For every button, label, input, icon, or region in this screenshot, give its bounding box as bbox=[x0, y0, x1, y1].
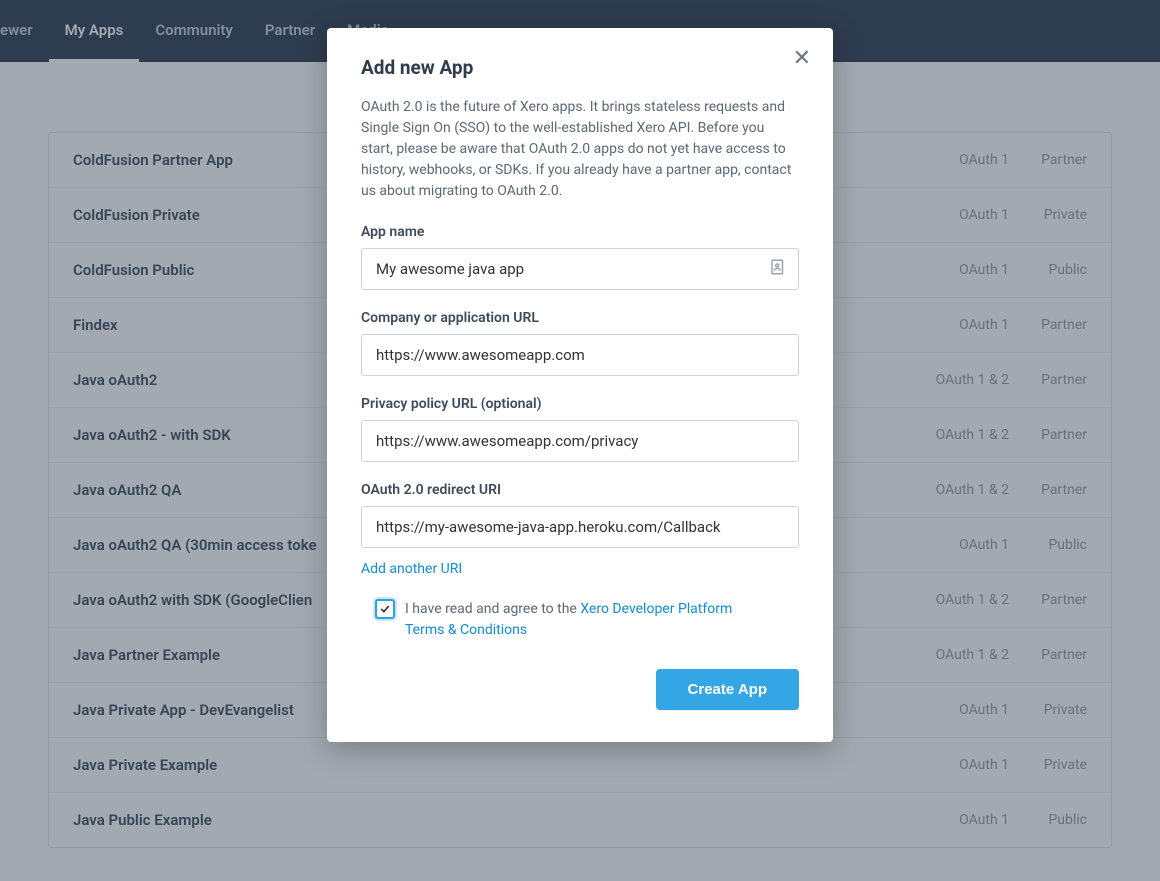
app-name-input[interactable] bbox=[361, 248, 799, 290]
modal-title: Add new App bbox=[361, 56, 799, 79]
redirect-uri-label: OAuth 2.0 redirect URI bbox=[361, 482, 799, 498]
privacy-url-label: Privacy policy URL (optional) bbox=[361, 396, 799, 412]
redirect-uri-input[interactable] bbox=[361, 506, 799, 548]
terms-text: I have read and agree to the Xero Develo… bbox=[405, 599, 765, 641]
add-app-modal: ✕ Add new App OAuth 2.0 is the future of… bbox=[327, 28, 833, 742]
modal-description: OAuth 2.0 is the future of Xero apps. It… bbox=[361, 97, 799, 202]
create-app-button[interactable]: Create App bbox=[656, 669, 799, 710]
privacy-url-input[interactable] bbox=[361, 420, 799, 462]
modal-overlay: ✕ Add new App OAuth 2.0 is the future of… bbox=[0, 0, 1160, 881]
company-url-input[interactable] bbox=[361, 334, 799, 376]
contacts-icon bbox=[769, 258, 787, 276]
app-name-label: App name bbox=[361, 224, 799, 240]
add-uri-link[interactable]: Add another URI bbox=[361, 561, 462, 577]
terms-checkbox[interactable] bbox=[375, 599, 395, 619]
company-url-label: Company or application URL bbox=[361, 310, 799, 326]
close-icon[interactable]: ✕ bbox=[793, 48, 811, 70]
